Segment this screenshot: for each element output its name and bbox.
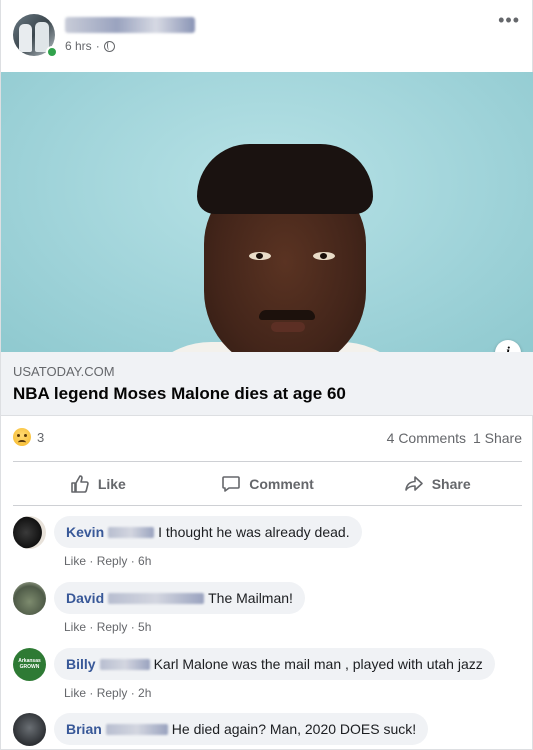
meta-separator: · [95,39,100,53]
comment-actions: Like · Reply · 5h [64,620,152,634]
comment-like-link[interactable]: Like [64,686,86,700]
comment-text: He died again? Man, 2020 DOES suck! [171,721,417,737]
commenter-avatar[interactable] [13,582,46,615]
post-card: 6 hrs · ••• i USATODAY.COM NBA legend Mo… [0,0,533,750]
commenter-surname-redacted [108,592,205,604]
link-title[interactable]: NBA legend Moses Malone dies at age 60 [13,384,521,404]
commenter-name[interactable]: Brian [66,721,102,737]
comment-icon [222,476,241,492]
comment-time[interactable]: 6h [138,554,151,568]
comment-reply-link[interactable]: Reply [97,686,128,700]
comment-time[interactable]: 2h [138,686,151,700]
comment-reply-link[interactable]: Reply [97,554,128,568]
comment-item: Brian He died again? Man, 2020 DOES suck… [13,713,522,750]
more-options-icon[interactable]: ••• [498,11,520,29]
commenter-avatar[interactable] [13,516,46,549]
comment-text: The Mailman! [208,590,293,606]
comment-text: I thought he was already dead. [158,524,350,540]
image-lips [271,322,305,332]
like-icon [71,475,89,493]
share-label: Share [431,476,471,492]
comments-count[interactable]: 4 Comments [387,430,466,446]
avatar-logo-text: Arkansas GROWN [18,658,41,670]
comment-like-link[interactable]: Like [64,554,86,568]
comment-button[interactable]: Comment [183,464,353,504]
comment-text: Karl Malone was the mail man , played wi… [153,656,483,672]
commenter-name[interactable]: David [66,590,104,606]
commenter-name[interactable]: Kevin [66,524,104,540]
globe-icon[interactable] [103,40,115,52]
comment-time[interactable]: 5h [138,620,151,634]
comment-reply-link[interactable]: Reply [97,620,128,634]
comment-like-link[interactable]: Like [64,620,86,634]
shares-count[interactable]: 1 Share [473,430,522,446]
link-domain: USATODAY.COM [13,364,115,379]
image-hair [197,144,373,214]
sad-reaction-icon[interactable] [13,428,31,446]
comment-item: David The Mailman! Like · Reply · 5h [13,582,522,642]
action-bar: Like Comment Share [13,464,522,504]
reactions-bar: 3 4 Comments 1 Share [13,426,522,450]
image-eye-right [313,252,335,260]
comment-item: Kevin I thought he was already dead. Lik… [13,516,522,576]
post-time[interactable]: 6 hrs [65,39,92,53]
link-preview-image[interactable]: i [1,72,533,352]
post-header: 6 hrs · ••• [13,11,520,58]
commenter-avatar[interactable] [13,713,46,746]
link-caption[interactable]: USATODAY.COM NBA legend Moses Malone die… [1,352,533,416]
divider [13,505,522,506]
reaction-count[interactable]: 3 [37,430,44,445]
avatar-figure-left [19,24,32,52]
post-meta: 6 hrs · [65,39,115,53]
comment-bubble: Billy Karl Malone was the mail man , pla… [54,648,495,680]
commenter-avatar[interactable]: Arkansas GROWN [13,648,46,681]
comment-label: Comment [249,476,314,492]
like-label: Like [97,476,126,492]
comment-bubble: David The Mailman! [54,582,305,614]
commenter-surname-redacted [108,526,155,538]
commenter-surname-redacted [105,723,168,735]
share-button[interactable]: Share [352,464,522,504]
comment-item: Arkansas GROWN Billy Karl Malone was the… [13,648,522,708]
image-mustache [259,310,315,320]
share-icon [404,476,423,491]
online-status-icon [46,46,58,58]
divider [13,461,522,462]
comment-bubble: Brian He died again? Man, 2020 DOES suck… [54,713,429,745]
comment-actions: Like · Reply · 2h [64,686,152,700]
author-name-redacted[interactable] [65,17,195,33]
comment-bubble: Kevin I thought he was already dead. [54,516,362,548]
comment-actions: Like · Reply · 6h [64,554,152,568]
image-eye-left [249,252,271,260]
commenter-surname-redacted [99,658,150,670]
commenter-name[interactable]: Billy [66,656,96,672]
like-button[interactable]: Like [13,464,183,504]
